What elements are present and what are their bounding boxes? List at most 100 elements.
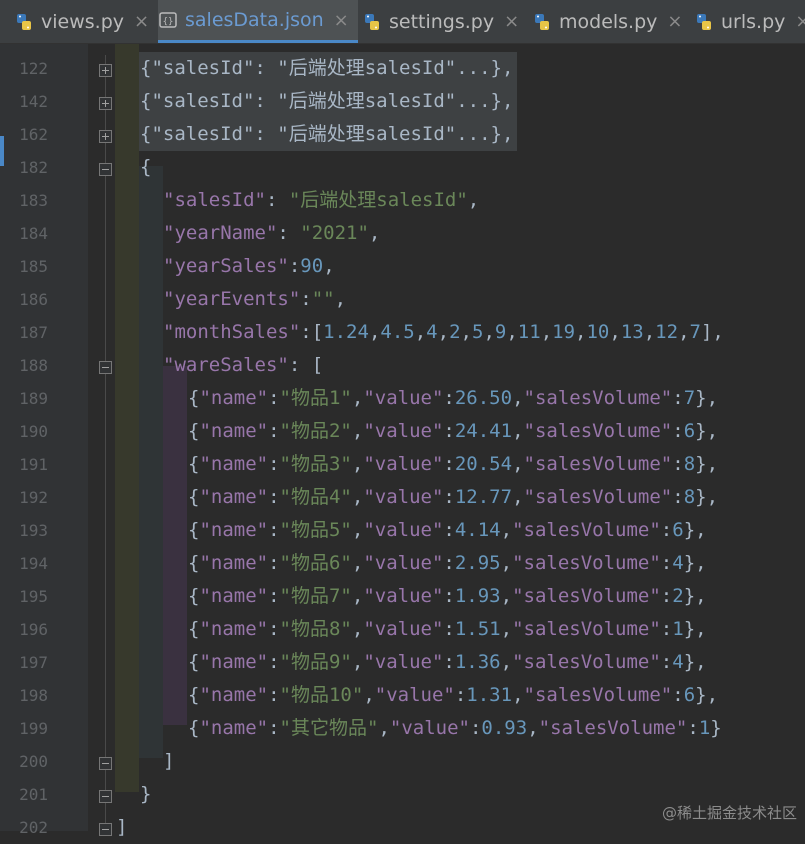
close-icon[interactable]: × [504, 11, 519, 32]
code-token: , [483, 321, 495, 343]
json-key: "value" [363, 585, 444, 607]
collapsed-text: {"salesId": "后端处理salesId"...}, [140, 90, 514, 112]
close-icon[interactable]: × [334, 10, 349, 31]
json-key: "salesVolume" [523, 420, 673, 442]
ware-sales-entry: {"name":"物品6","value":2.95,"salesVolume"… [188, 552, 707, 574]
close-icon[interactable]: × [667, 11, 682, 32]
line-number: 162 [19, 125, 48, 144]
code-token: 9 [494, 321, 507, 343]
json-key: "name" [199, 420, 269, 442]
code-line: "yearName": "2021", [163, 217, 380, 250]
fold-collapse-icon[interactable] [99, 161, 112, 176]
collapsed-sales-object[interactable]: {"salesId": "后端处理salesId"...}, [140, 85, 513, 118]
python-file-icon [532, 12, 552, 32]
json-number: 0.93 [481, 717, 528, 739]
code-token: : [ [288, 354, 324, 376]
json-key: "salesVolume" [512, 585, 661, 607]
code-token: : [277, 222, 301, 244]
array-close-bracket: ] [163, 745, 174, 778]
json-number: 1.36 [454, 651, 501, 673]
brace: { [188, 651, 200, 673]
tab-label: salesData.json [185, 9, 324, 31]
brace: { [188, 618, 200, 640]
brace: }, [683, 519, 707, 541]
line-number: 196 [19, 620, 48, 639]
code-token: , [575, 321, 587, 343]
line-number: 182 [19, 158, 48, 177]
json-number: 1.93 [454, 585, 501, 607]
code-token: 1.24 [323, 321, 369, 343]
tab-views-py[interactable]: views.py × [14, 0, 154, 43]
code-token: 4.5 [380, 321, 415, 343]
fold-expand-icon[interactable] [99, 62, 112, 77]
fold-collapse-icon[interactable] [99, 359, 112, 374]
json-key: "name" [199, 486, 269, 508]
json-string: "物品2" [279, 420, 352, 442]
brace: }, [683, 552, 707, 574]
object-open-brace: { [140, 151, 151, 184]
code-token: } [140, 783, 152, 805]
line-number: 195 [19, 587, 48, 606]
json-key: "salesVolume" [512, 651, 661, 673]
code-token: ] [163, 750, 175, 772]
fold-expand-icon[interactable] [99, 95, 112, 110]
code-token: 19 [552, 321, 576, 343]
brace: } [710, 717, 722, 739]
brace: { [188, 486, 200, 508]
json-key: "name" [199, 585, 269, 607]
close-icon[interactable]: × [134, 11, 149, 32]
collapsed-text: {"salesId": "后端处理salesId"...}, [140, 57, 514, 79]
indent-guide-level-2 [139, 166, 163, 758]
tab-salesData-json[interactable]: {} salesData.json × [158, 0, 358, 43]
python-file-icon [694, 12, 714, 32]
line-number: 201 [19, 785, 48, 804]
close-icon[interactable]: × [795, 11, 805, 32]
tab-settings-py[interactable]: settings.py × [362, 0, 528, 43]
json-number: 20.54 [454, 453, 513, 475]
code-token: 2 [449, 321, 461, 343]
collapsed-sales-object[interactable]: {"salesId": "后端处理salesId"...}, [140, 52, 513, 85]
code-token: , [609, 321, 621, 343]
tab-label: views.py [41, 10, 124, 33]
json-number: 1.51 [454, 618, 501, 640]
fold-collapse-icon[interactable] [99, 821, 112, 836]
collapsed-sales-object[interactable]: {"salesId": "后端处理salesId"...}, [140, 118, 513, 151]
fold-collapse-icon[interactable] [99, 755, 112, 770]
ware-sales-entry: {"name":"物品1","value":26.50,"salesVolume… [188, 387, 719, 409]
json-key: "salesVolume" [523, 486, 673, 508]
json-key: "salesVolume" [512, 618, 661, 640]
json-number: 2.95 [454, 552, 501, 574]
code-token: "后端处理salesId" [288, 189, 468, 211]
code-token: 12 [655, 321, 679, 343]
line-number: 187 [19, 323, 48, 342]
brace: { [188, 453, 200, 475]
json-key: "value" [363, 651, 444, 673]
fold-expand-icon[interactable] [99, 128, 112, 143]
json-key: "salesVolume" [523, 453, 673, 475]
line-number: 191 [19, 455, 48, 474]
fold-collapse-icon[interactable] [99, 788, 112, 803]
brace: }, [695, 420, 719, 442]
json-key: "salesVolume" [512, 552, 661, 574]
json-string: "物品7" [279, 585, 352, 607]
json-key: "value" [363, 519, 444, 541]
ware-sales-entry: {"name":"其它物品","value":0.93,"salesVolume… [188, 717, 722, 739]
tab-models-py[interactable]: models.py × [532, 0, 690, 43]
ware-sales-entry: {"name":"物品10","value":1.31,"salesVolume… [188, 684, 719, 706]
ware-sales-entry: {"name":"物品5","value":4.14,"salesVolume"… [188, 519, 707, 541]
json-key: "name" [199, 618, 269, 640]
brace: { [188, 519, 200, 541]
json-number: 26.50 [454, 387, 513, 409]
python-file-icon [362, 12, 382, 32]
code-token: , [506, 321, 518, 343]
tab-urls-py[interactable]: urls.py × [694, 0, 805, 43]
brace: { [188, 552, 200, 574]
code-token: 7 [689, 321, 701, 343]
code-token: , [460, 321, 472, 343]
json-key: "value" [363, 453, 444, 475]
brace: }, [695, 387, 719, 409]
code-token: { [140, 156, 152, 178]
code-token: "monthSales" [163, 321, 301, 343]
code-token: : [288, 255, 301, 277]
json-string: "物品3" [279, 453, 352, 475]
